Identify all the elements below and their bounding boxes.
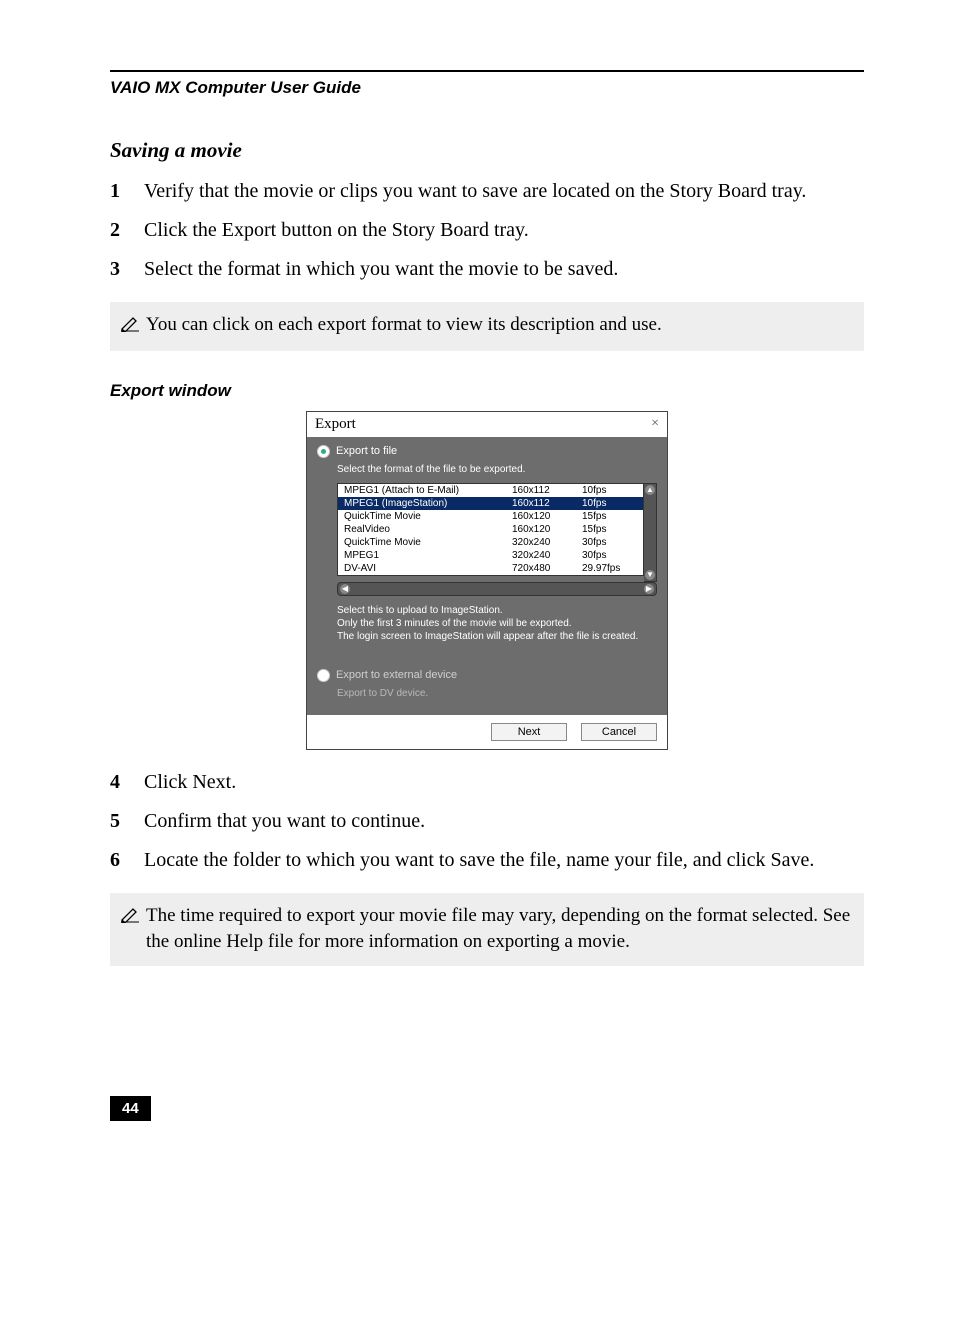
step-item: 3 Select the format in which you want th… <box>110 255 864 284</box>
horizontal-scrollbar[interactable]: ◀ ▶ <box>337 582 657 596</box>
section-title: Saving a movie <box>110 138 864 163</box>
format-row[interactable]: MPEG1 320x240 30fps <box>338 549 643 562</box>
scroll-left-icon[interactable]: ◀ <box>340 584 350 594</box>
export-to-device-option[interactable]: Export to external device <box>317 669 657 682</box>
step-text: Confirm that you want to continue. <box>144 807 425 836</box>
format-row-selected[interactable]: MPEG1 (ImageStation) 160x112 10fps <box>338 497 643 510</box>
next-button[interactable]: Next <box>491 723 567 741</box>
step-item: 1 Verify that the movie or clips you wan… <box>110 177 864 206</box>
format-row[interactable]: MPEG1 (Attach to E-Mail) 160x112 10fps <box>338 484 643 497</box>
page-number: 44 <box>110 1096 151 1121</box>
cancel-button[interactable]: Cancel <box>581 723 657 741</box>
figure-caption: Export window <box>110 381 864 401</box>
export-to-file-option[interactable]: Export to file <box>317 445 657 458</box>
note-text: The time required to export your movie f… <box>146 903 852 956</box>
device-sub-label: Export to DV device. <box>337 688 657 699</box>
horizontal-rule <box>110 70 864 72</box>
format-row[interactable]: QuickTime Movie 320x240 30fps <box>338 536 643 549</box>
close-icon[interactable]: × <box>651 416 659 432</box>
vertical-scrollbar[interactable]: ▲ ▼ <box>644 483 657 582</box>
step-item: 6 Locate the folder to which you want to… <box>110 846 864 875</box>
step-item: 4 Click Next. <box>110 768 864 797</box>
scroll-up-icon[interactable]: ▲ <box>645 485 655 495</box>
scroll-right-icon[interactable]: ▶ <box>644 584 654 594</box>
note-icon <box>120 314 140 341</box>
step-number: 3 <box>110 255 144 284</box>
format-list[interactable]: MPEG1 (Attach to E-Mail) 160x112 10fps M… <box>337 483 644 576</box>
note-box: You can click on each export format to v… <box>110 302 864 351</box>
step-number: 2 <box>110 216 144 245</box>
note-text: You can click on each export format to v… <box>146 312 852 339</box>
dialog-titlebar: Export × <box>307 412 667 437</box>
step-item: 5 Confirm that you want to continue. <box>110 807 864 836</box>
step-number: 4 <box>110 768 144 797</box>
running-header: VAIO MX Computer User Guide <box>110 78 864 98</box>
step-text: Verify that the movie or clips you want … <box>144 177 806 206</box>
option-label: Export to file <box>336 445 397 457</box>
step-text: Click Next. <box>144 768 236 797</box>
format-prompt: Select the format of the file to be expo… <box>337 464 657 475</box>
radio-selected-icon <box>317 445 330 458</box>
radio-unselected-icon <box>317 669 330 682</box>
note-box: The time required to export your movie f… <box>110 893 864 966</box>
step-item: 2 Click the Export button on the Story B… <box>110 216 864 245</box>
step-number: 1 <box>110 177 144 206</box>
steps-list-a: 1 Verify that the movie or clips you wan… <box>110 177 864 284</box>
step-text: Select the format in which you want the … <box>144 255 618 284</box>
dialog-footer: Next Cancel <box>307 715 667 749</box>
format-row[interactable]: QuickTime Movie 160x120 15fps <box>338 510 643 523</box>
step-number: 6 <box>110 846 144 875</box>
format-row[interactable]: DV-AVI 720x480 29.97fps <box>338 562 643 575</box>
step-text: Click the Export button on the Story Boa… <box>144 216 529 245</box>
format-description: Select this to upload to ImageStation. O… <box>337 604 657 643</box>
step-number: 5 <box>110 807 144 836</box>
option-label: Export to external device <box>336 669 457 681</box>
steps-list-b: 4 Click Next. 5 Confirm that you want to… <box>110 768 864 875</box>
export-dialog: Export × Export to file Select the forma… <box>306 411 668 750</box>
note-icon <box>120 905 140 932</box>
format-row[interactable]: RealVideo 160x120 15fps <box>338 523 643 536</box>
scroll-down-icon[interactable]: ▼ <box>645 570 655 580</box>
step-text: Locate the folder to which you want to s… <box>144 846 814 875</box>
dialog-title: Export <box>315 416 356 433</box>
